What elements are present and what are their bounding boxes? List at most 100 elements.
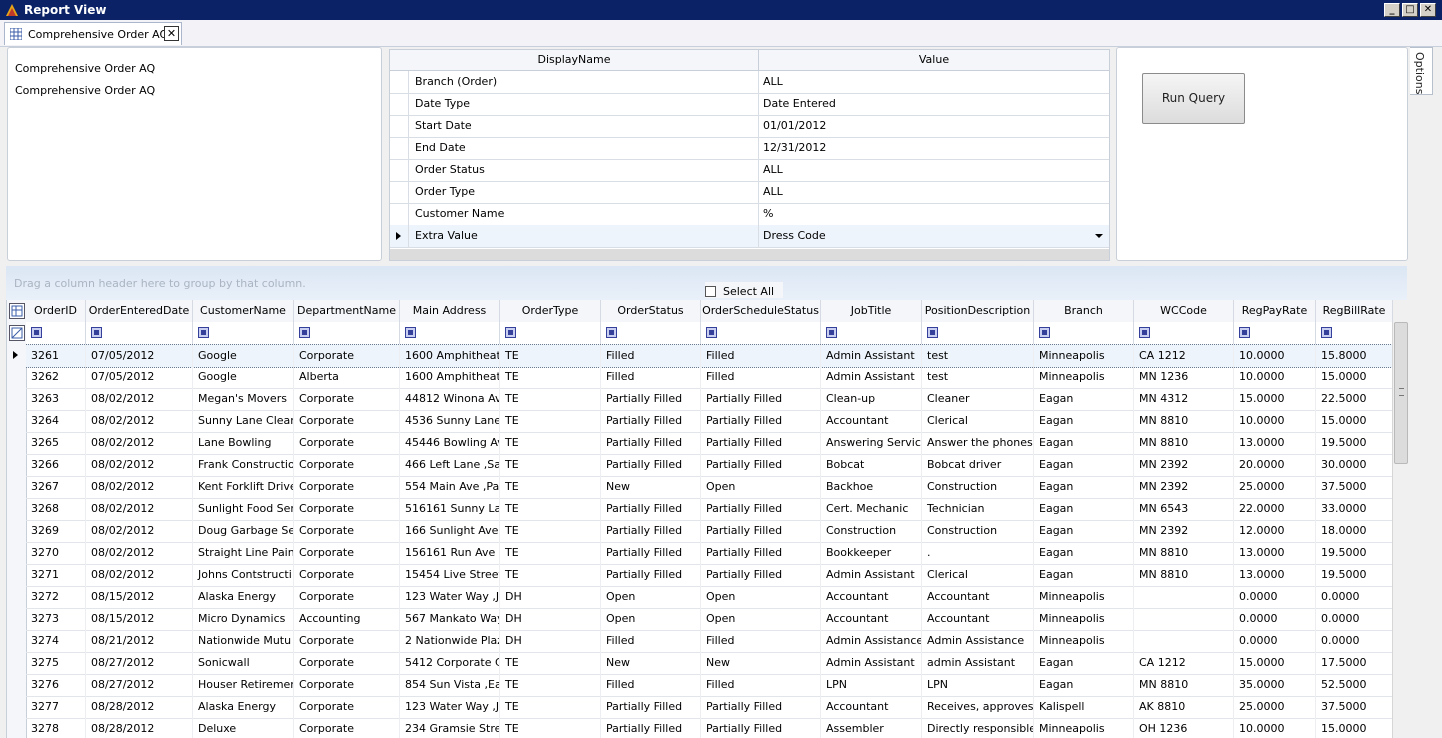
param-row[interactable]: Start Date 01/01/2012 — [390, 115, 1109, 138]
column-header-orderentereddate[interactable]: OrderEnteredDate — [86, 300, 193, 322]
table-row[interactable]: 3274 08/21/2012 Nationwide Mutu Corporate 2 … — [26, 630, 1393, 653]
select-all-checkbox[interactable] — [705, 286, 716, 297]
filter-cell[interactable] — [701, 322, 821, 344]
filter-cell[interactable] — [193, 322, 294, 344]
dropdown-arrow-icon[interactable] — [1095, 234, 1103, 238]
table-row[interactable]: 3272 08/15/2012 Alaska Energy Corporate 123 … — [26, 586, 1393, 609]
table-row[interactable]: 3268 08/02/2012 Sunlight Food Ser Corporate… — [26, 498, 1393, 521]
tab-close-icon[interactable]: ✕ — [164, 26, 179, 41]
table-row[interactable]: 3264 08/02/2012 Sunny Lane Cleani Corporate… — [26, 410, 1393, 433]
run-query-button[interactable]: Run Query — [1142, 73, 1245, 124]
close-button[interactable]: ✕ — [1420, 3, 1436, 17]
param-value[interactable]: % — [763, 207, 773, 220]
filter-cell[interactable] — [26, 322, 86, 344]
param-row[interactable]: End Date 12/31/2012 — [390, 137, 1109, 160]
param-row-selector[interactable] — [390, 93, 409, 115]
clear-filter-icon[interactable] — [9, 325, 25, 341]
column-header-regbillrate[interactable]: RegBillRate — [1316, 300, 1393, 322]
table-row[interactable]: 3270 08/02/2012 Straight Line Paint Corpora… — [26, 542, 1393, 565]
tab-comprehensive-order-aq[interactable]: Comprehensive Order AQ ✕ — [4, 22, 182, 45]
column-header-orderschedulestatus[interactable]: OrderScheduleStatus — [701, 300, 821, 322]
column-header-regpayrate[interactable]: RegPayRate — [1234, 300, 1316, 322]
param-value[interactable]: 12/31/2012 — [763, 141, 826, 154]
param-row-selector[interactable] — [390, 225, 409, 247]
filter-cell[interactable] — [294, 322, 400, 344]
param-row-selector[interactable] — [390, 137, 409, 159]
table-row[interactable]: 3265 08/02/2012 Lane Bowling Corporate 45446… — [26, 432, 1393, 455]
filter-cell[interactable] — [1134, 322, 1234, 344]
filter-cell[interactable] — [1234, 322, 1316, 344]
param-value[interactable]: ALL — [763, 75, 783, 88]
filter-cell[interactable] — [500, 322, 601, 344]
table-row[interactable]: 3278 08/28/2012 Deluxe Corporate 234 Gramsie… — [26, 718, 1393, 738]
filter-operator-icon[interactable] — [1039, 327, 1050, 338]
column-header-main-address[interactable]: Main Address — [400, 300, 500, 322]
filter-operator-icon[interactable] — [826, 327, 837, 338]
column-header-branch[interactable]: Branch — [1034, 300, 1134, 322]
table-row[interactable]: 3275 08/27/2012 Sonicwall Corporate 5412 Cor… — [26, 652, 1393, 675]
filter-operator-icon[interactable] — [606, 327, 617, 338]
filter-operator-icon[interactable] — [91, 327, 102, 338]
table-row[interactable]: 3277 08/28/2012 Alaska Energy Corporate 123 … — [26, 696, 1393, 719]
column-header-positiondescription[interactable]: PositionDescription — [922, 300, 1034, 322]
param-row-selector[interactable] — [390, 203, 409, 225]
param-row-selector[interactable] — [390, 71, 409, 93]
filter-operator-icon[interactable] — [1239, 327, 1250, 338]
table-row[interactable]: 3267 08/02/2012 Kent Forklift Drive Corpora… — [26, 476, 1393, 499]
param-row-selector[interactable] — [390, 181, 409, 203]
filter-operator-icon[interactable] — [1139, 327, 1150, 338]
table-row[interactable]: 3271 08/02/2012 Johns Contstructi Corporate… — [26, 564, 1393, 587]
param-row-selector[interactable] — [390, 159, 409, 181]
filter-cell[interactable] — [601, 322, 701, 344]
filter-cell[interactable] — [1034, 322, 1134, 344]
filter-operator-icon[interactable] — [299, 327, 310, 338]
param-header-displayname[interactable]: DisplayName — [390, 50, 759, 71]
filter-operator-icon[interactable] — [1321, 327, 1332, 338]
table-row[interactable]: 3269 08/02/2012 Doug Garbage Se Corporate 16… — [26, 520, 1393, 543]
column-header-orderid[interactable]: OrderID — [26, 300, 86, 322]
filter-operator-icon[interactable] — [31, 327, 42, 338]
group-by-panel[interactable]: Drag a column header here to group by th… — [6, 266, 1407, 300]
vertical-scrollbar[interactable] — [1392, 322, 1408, 738]
column-header-ordertype[interactable]: OrderType — [500, 300, 601, 322]
scrollbar-thumb[interactable] — [1394, 322, 1408, 464]
table-row[interactable]: 3276 08/27/2012 Houser Retiremen Corporate 8… — [26, 674, 1393, 697]
options-side-tab[interactable]: Options — [1410, 47, 1433, 95]
minimize-button[interactable]: _ — [1384, 3, 1400, 17]
filter-cell[interactable] — [400, 322, 500, 344]
filter-cell[interactable] — [922, 322, 1034, 344]
param-row[interactable]: Customer Name% — [390, 203, 1109, 226]
filter-cell[interactable] — [821, 322, 922, 344]
report-list-item[interactable]: Comprehensive Order AQ — [15, 62, 155, 75]
param-value[interactable]: 01/01/2012 — [763, 119, 826, 132]
filter-cell[interactable] — [86, 322, 193, 344]
param-row-selector[interactable] — [390, 115, 409, 137]
param-value[interactable]: Dress Code — [763, 229, 826, 242]
filter-operator-icon[interactable] — [405, 327, 416, 338]
param-row[interactable]: Extra Value Dress Code — [390, 225, 1109, 248]
column-header-jobtitle[interactable]: JobTitle — [821, 300, 922, 322]
param-value[interactable]: ALL — [763, 163, 783, 176]
column-header-departmentname[interactable]: DepartmentName — [294, 300, 400, 322]
filter-operator-icon[interactable] — [505, 327, 516, 338]
table-row[interactable]: 3262 07/05/2012 Google Alberta 1600 Amphithe… — [26, 366, 1393, 389]
maximize-button[interactable]: □ — [1402, 3, 1418, 17]
param-row[interactable]: Date Type Date Entered — [390, 93, 1109, 116]
param-header-value[interactable]: Value — [759, 50, 1109, 71]
column-header-customername[interactable]: CustomerName — [193, 300, 294, 322]
param-row[interactable]: Order Type ALL — [390, 181, 1109, 204]
table-row[interactable]: 3263 08/02/2012 Megan's Movers Corporate 448… — [26, 388, 1393, 411]
table-row[interactable]: 3273 08/15/2012 Micro Dynamics Accounting 56… — [26, 608, 1393, 631]
filter-operator-icon[interactable] — [706, 327, 717, 338]
param-value[interactable]: ALL — [763, 185, 783, 198]
filter-cell[interactable] — [1316, 322, 1393, 344]
column-chooser-icon[interactable] — [9, 303, 25, 319]
param-value[interactable]: Date Entered — [763, 97, 836, 110]
filter-operator-icon[interactable] — [198, 327, 209, 338]
report-list-item[interactable]: Comprehensive Order AQ — [15, 84, 155, 97]
column-header-orderstatus[interactable]: OrderStatus — [601, 300, 701, 322]
select-all[interactable]: Select All — [705, 282, 783, 298]
filter-operator-icon[interactable] — [927, 327, 938, 338]
table-row[interactable]: 3266 08/02/2012 Frank Constructio Corporate… — [26, 454, 1393, 477]
table-row[interactable]: 3261 07/05/2012 Google Corporate 1600 Amphit… — [26, 344, 1393, 368]
